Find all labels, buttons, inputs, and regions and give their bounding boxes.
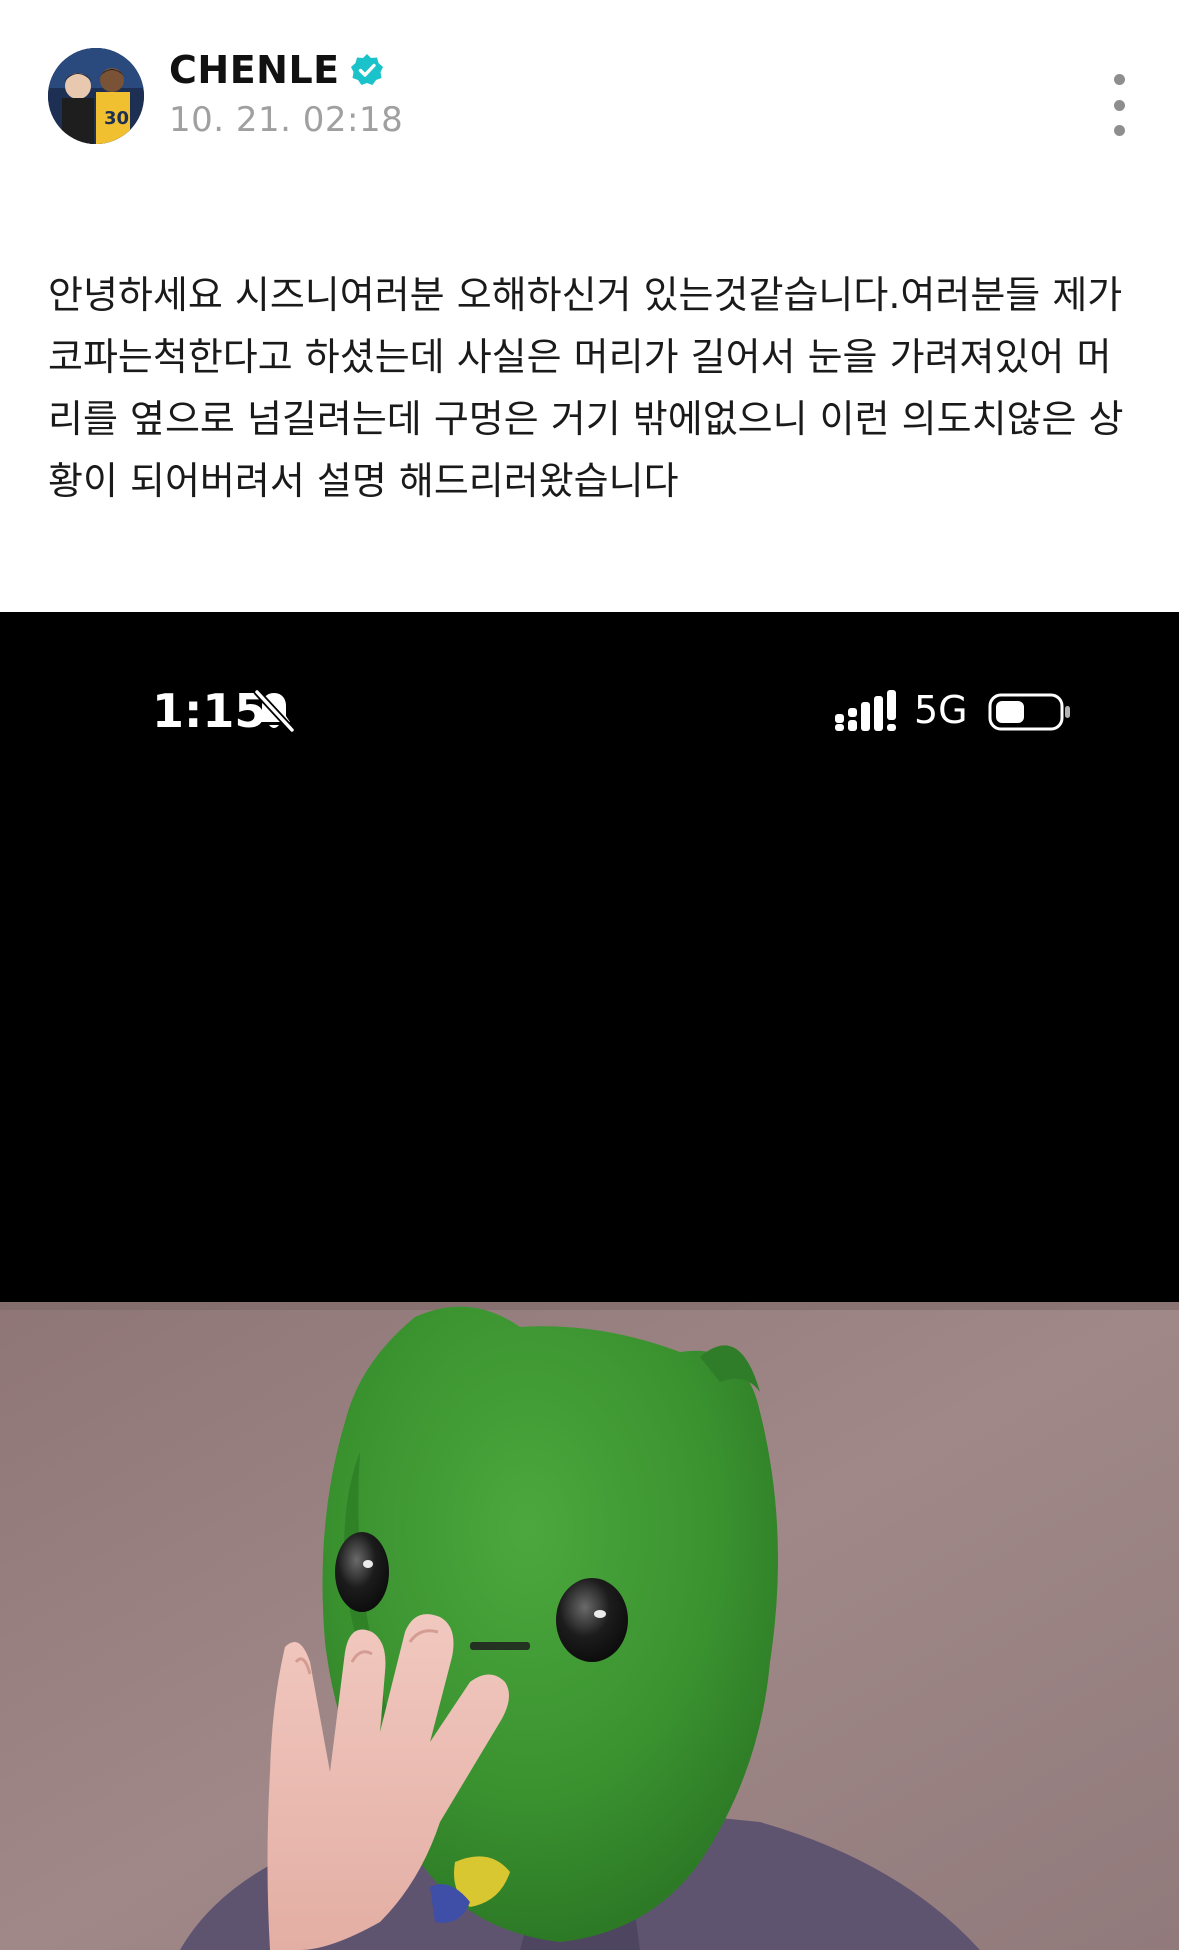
- post-timestamp: 10. 21. 02:18: [169, 100, 404, 140]
- more-vertical-icon-dot: [1113, 125, 1125, 136]
- post-media-image[interactable]: 1:15 5G: [0, 612, 1179, 1950]
- phone-status-bar: 1:15 5G: [0, 672, 1179, 752]
- author-name-row: CHENLE: [169, 44, 384, 96]
- post-header: 30 CHENLE 10. 21. 02:18: [0, 0, 1179, 200]
- battery-icon: [988, 693, 1070, 731]
- more-vertical-icon: [1113, 74, 1125, 85]
- video-frame-image: [0, 1302, 1179, 1950]
- person-in-green-mask-image: [0, 1302, 1179, 1950]
- phone-screen-area: 1:15 5G: [0, 612, 1179, 1302]
- avatar-image: 30: [48, 48, 144, 144]
- more-options-button[interactable]: [1094, 70, 1144, 140]
- verified-badge-icon: [350, 54, 383, 85]
- cellular-signal-icon: [835, 690, 896, 731]
- svg-text:30: 30: [104, 108, 129, 129]
- status-time: 1:15: [152, 684, 267, 738]
- post-body-text: 안녕하세요 시즈니여러분 오해하신거 있는것같습니다.여러분들 제가 코파는척한…: [48, 273, 1124, 503]
- network-type-label: 5G: [914, 688, 968, 732]
- post-page: 30 CHENLE 10. 21. 02:18 안녕하세요 시즈니여러분 오해하…: [0, 0, 1179, 1950]
- author-avatar[interactable]: 30: [48, 48, 144, 144]
- author-name[interactable]: CHENLE: [169, 48, 340, 92]
- more-vertical-icon-dot: [1113, 99, 1125, 111]
- bell-slash-icon: [253, 688, 296, 734]
